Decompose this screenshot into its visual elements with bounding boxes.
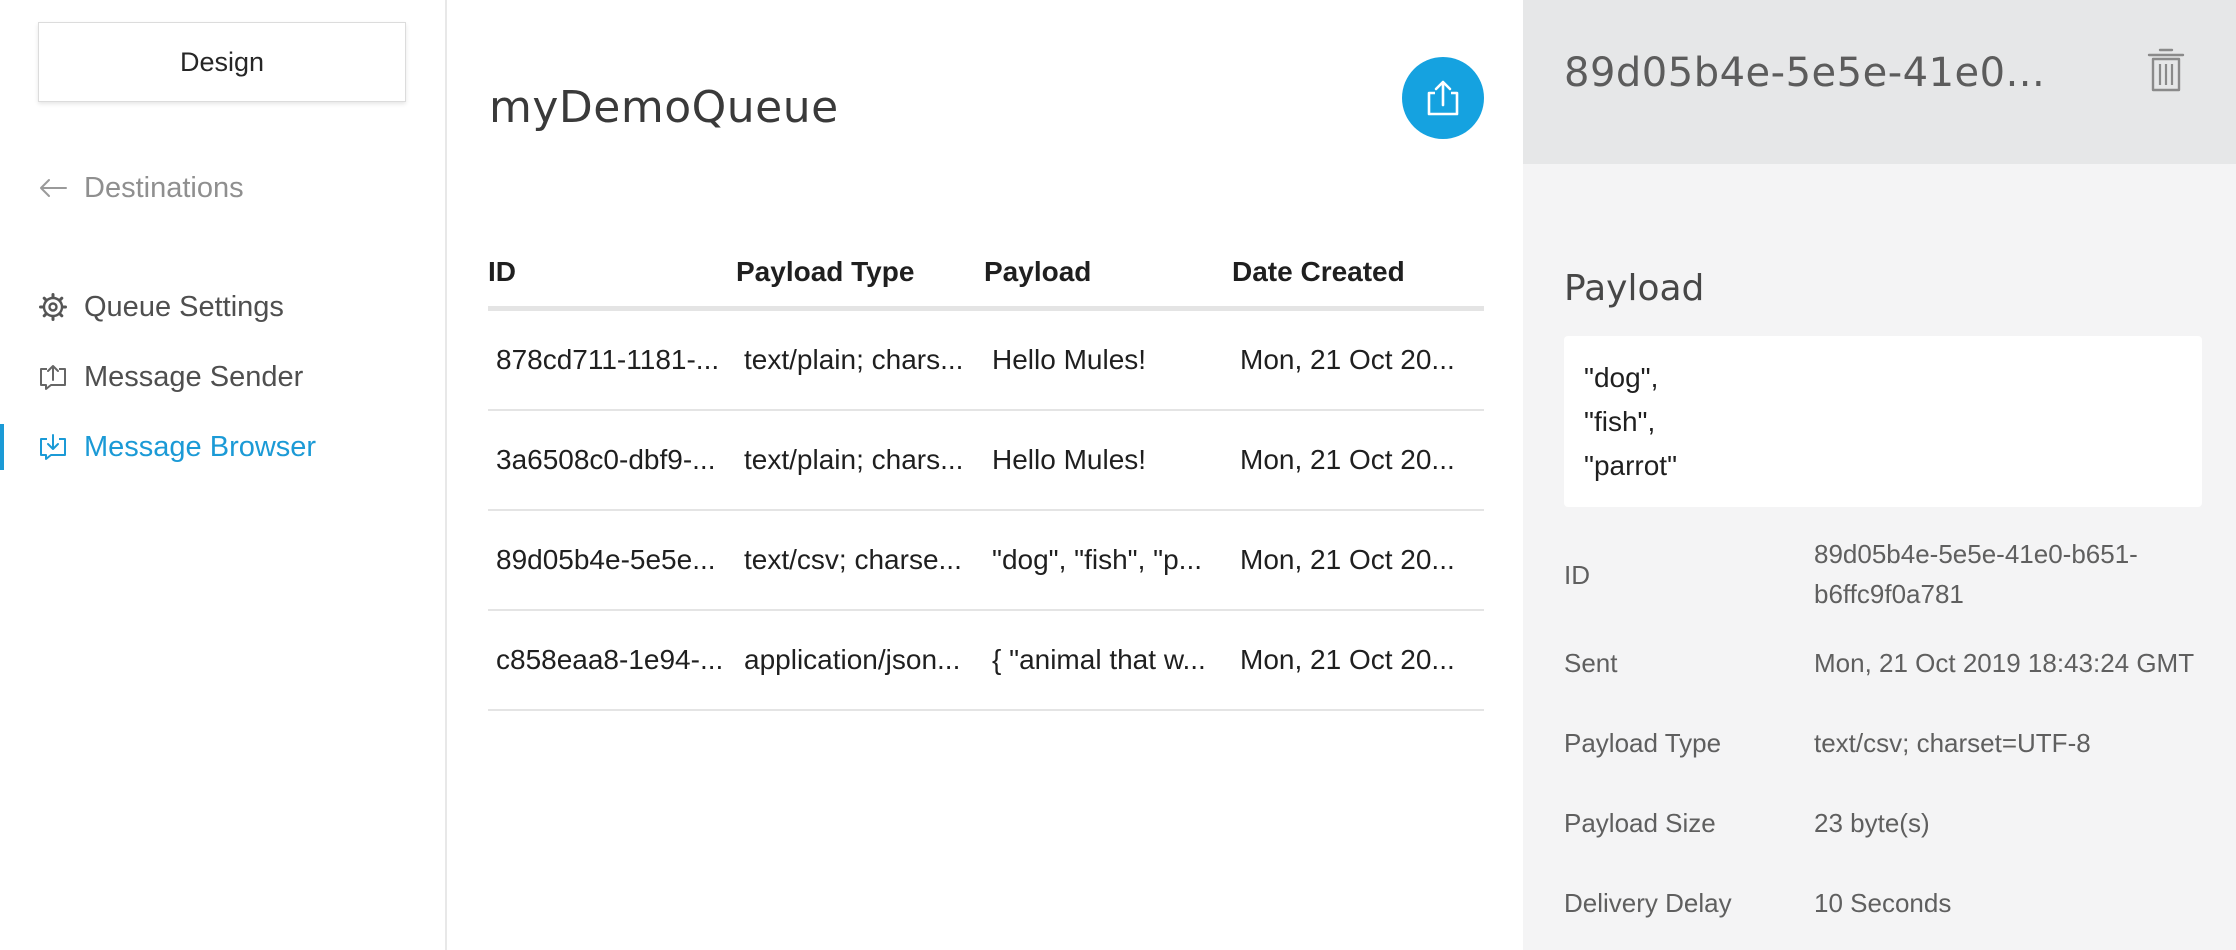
detail-field-payload-type: Payload Type text/csv; charset=UTF-8 [1564,728,2204,759]
field-value: Mon, 21 Oct 2019 18:43:24 GMT [1814,648,2195,678]
detail-header: 89d05b4e-5e5e-41e0... [1523,0,2236,164]
column-header-date-created[interactable]: Date Created [1232,256,1484,288]
field-label: Payload Size [1564,808,1716,838]
delete-message-button[interactable] [2146,46,2186,94]
payload-line: "dog", [1584,362,1659,393]
field-label: ID [1564,560,1590,590]
detail-field-sent: Sent Mon, 21 Oct 2019 18:43:24 GMT [1564,648,2204,679]
cell-payload: { "animal that w... [992,644,1206,675]
column-header-payload[interactable]: Payload [984,256,1232,288]
nav-item-message-sender[interactable]: Message Sender [0,342,447,412]
cell-payload: Hello Mules! [992,444,1147,475]
table-header: ID Payload Type Payload Date Created [488,237,1484,311]
field-value: 89d05b4e-5e5e-41e0-b651- b6ffc9f0a781 [1814,534,2204,614]
nav-item-message-browser[interactable]: Message Browser [0,412,447,482]
design-button[interactable]: Design [38,22,406,102]
field-value: text/csv; charset=UTF-8 [1814,728,2091,758]
field-value: 23 byte(s) [1814,808,1930,838]
back-link-label: Destinations [84,171,244,204]
column-header-payload-type[interactable]: Payload Type [736,256,984,288]
payload-content: "dog", "fish", "parrot" [1564,336,2202,507]
cell-id: c858eaa8-1e94-... [496,644,724,675]
arrow-left-icon [40,179,67,197]
detail-title: 89d05b4e-5e5e-41e0... [1564,50,2046,96]
cell-id: 878cd711-1181-... [496,344,720,375]
queue-nav: Queue Settings Message Sender Message Br… [0,272,447,482]
main-content: myDemoQueue ID Payload Type Payload Date… [449,0,1523,950]
field-value: 10 Seconds [1814,888,1952,918]
table-row[interactable]: 89d05b4e-5e5e... text/csv; charse... "do… [488,511,1484,611]
table-row[interactable]: 3a6508c0-dbf9-... text/plain; chars... H… [488,411,1484,511]
message-send-icon [38,362,68,392]
cell-payload: Hello Mules! [992,344,1147,375]
field-value-line: 89d05b4e-5e5e-41e0-b651- [1814,539,2138,569]
cell-payload-type: application/json... [744,644,961,675]
field-label: Sent [1564,648,1618,678]
field-label: Payload Type [1564,728,1722,758]
nav-item-label: Queue Settings [84,290,284,323]
table-row[interactable]: 878cd711-1181-... text/plain; chars... H… [488,311,1484,411]
cell-date-created: Mon, 21 Oct 20... [1240,444,1455,475]
cell-payload-type: text/plain; chars... [744,344,964,375]
field-label: Delivery Delay [1564,888,1732,918]
export-upload-icon [1427,80,1459,116]
payload-heading: Payload [1564,268,1705,309]
page-title: myDemoQueue [489,82,839,133]
message-browse-icon [38,432,68,462]
column-header-id[interactable]: ID [488,256,736,288]
cell-id: 89d05b4e-5e5e... [496,544,716,575]
sidebar: Design Destinations Queue Settings Messa… [0,0,447,950]
nav-item-label: Message Browser [84,430,317,463]
gear-icon [38,292,68,322]
detail-field-id: ID 89d05b4e-5e5e-41e0-b651- b6ffc9f0a781 [1564,534,2204,614]
detail-field-delivery-delay: Delivery Delay 10 Seconds [1564,888,2204,919]
cell-date-created: Mon, 21 Oct 20... [1240,544,1455,575]
back-to-destinations-link[interactable]: Destinations [38,166,244,210]
nav-item-queue-settings[interactable]: Queue Settings [0,272,447,342]
messages-table: ID Payload Type Payload Date Created 878… [488,237,1484,711]
detail-field-payload-size: Payload Size 23 byte(s) [1564,808,2204,839]
cell-payload: "dog", "fish", "p... [992,544,1203,575]
cell-payload-type: text/plain; chars... [744,444,964,475]
cell-payload-type: text/csv; charse... [744,544,962,575]
nav-item-label: Message Sender [84,360,304,393]
cell-date-created: Mon, 21 Oct 20... [1240,344,1455,375]
trash-icon [2147,48,2185,92]
message-detail-panel: 89d05b4e-5e5e-41e0... Payload "dog", "fi… [1523,0,2236,950]
cell-date-created: Mon, 21 Oct 20... [1240,644,1455,675]
cell-id: 3a6508c0-dbf9-... [496,444,716,475]
table-row[interactable]: c858eaa8-1e94-... application/json... { … [488,611,1484,711]
payload-line: "parrot" [1584,450,1678,481]
export-button[interactable] [1402,57,1484,139]
payload-line: "fish", [1584,406,1656,437]
field-value-line: b6ffc9f0a781 [1814,579,1964,609]
